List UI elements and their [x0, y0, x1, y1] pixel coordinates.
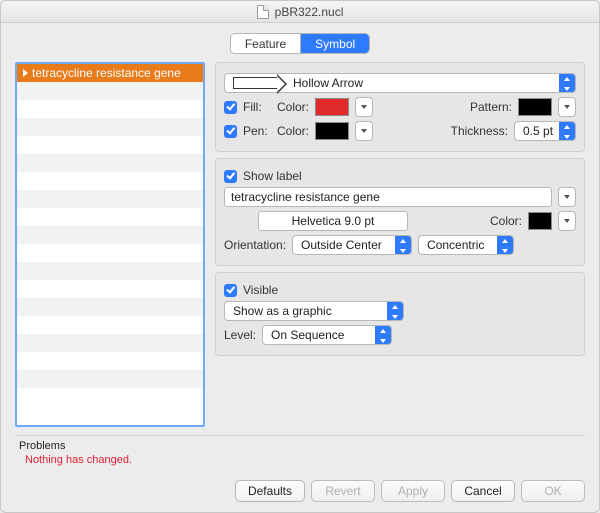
updown-icon [378, 329, 388, 343]
dialog-body: Feature Symbol tetracycline resistance g… [1, 23, 599, 472]
window-title: pBR322.nucl [275, 5, 344, 19]
list-item[interactable] [17, 100, 203, 118]
label-color-dropdown[interactable] [558, 211, 576, 231]
label-text-input[interactable]: tetracycline resistance gene [224, 187, 552, 207]
updown-icon [562, 77, 572, 91]
document-icon [257, 5, 269, 19]
hollow-arrow-icon [233, 77, 279, 89]
label-group: Show label tetracycline resistance gene … [215, 158, 585, 266]
orientation-value: Outside Center [301, 238, 382, 252]
dialog-window: pBR322.nucl Feature Symbol tetracycline … [0, 0, 600, 513]
list-item[interactable] [17, 154, 203, 172]
visible-checkbox[interactable] [224, 284, 237, 297]
pattern-dropdown[interactable] [558, 97, 576, 117]
tab-segmented-control: Feature Symbol [230, 33, 370, 54]
curve-popup[interactable]: Concentric [418, 235, 514, 255]
show-label-text: Show label [243, 169, 302, 183]
revert-button[interactable]: Revert [311, 480, 375, 502]
visibility-group: Visible Show as a graphic Level: On Sequ… [215, 272, 585, 356]
pen-color-label: Color: [277, 124, 309, 138]
pen-checkbox[interactable] [224, 125, 237, 138]
label-color-swatch[interactable] [528, 212, 552, 230]
level-label: Level: [224, 328, 256, 342]
curve-value: Concentric [427, 238, 484, 252]
label-text-dropdown[interactable] [558, 187, 576, 207]
list-item[interactable] [17, 316, 203, 334]
level-value: On Sequence [271, 328, 344, 342]
problems-header: Problems [19, 440, 583, 452]
list-item[interactable] [17, 352, 203, 370]
visible-label: Visible [243, 283, 278, 297]
show-label-checkbox[interactable] [224, 170, 237, 183]
list-item[interactable] [17, 136, 203, 154]
ok-button[interactable]: OK [521, 480, 585, 502]
orientation-label: Orientation: [224, 238, 286, 252]
fill-checkbox[interactable] [224, 101, 237, 114]
shape-name: Hollow Arrow [293, 76, 363, 90]
titlebar: pBR322.nucl [1, 1, 599, 23]
fill-color-dropdown[interactable] [355, 97, 373, 117]
shape-group: Hollow Arrow Fill: Color: Pattern: [215, 62, 585, 152]
tab-feature[interactable]: Feature [231, 34, 301, 53]
feature-list-item[interactable]: tetracycline resistance gene [17, 64, 203, 82]
properties-panel: Hollow Arrow Fill: Color: Pattern: [215, 62, 585, 427]
fill-color-swatch[interactable] [315, 98, 349, 116]
pen-color-dropdown[interactable] [355, 121, 373, 141]
showas-value: Show as a graphic [233, 304, 332, 318]
feature-list-item-label: tetracycline resistance gene [32, 66, 181, 80]
pattern-label: Pattern: [470, 100, 512, 114]
label-text-value: tetracycline resistance gene [231, 190, 380, 204]
problems-message: Nothing has changed. [19, 452, 583, 470]
orientation-popup[interactable]: Outside Center [292, 235, 412, 255]
problems-panel: Problems Nothing has changed. [15, 435, 585, 472]
updown-icon [562, 125, 572, 139]
updown-icon [390, 305, 400, 319]
pen-label: Pen: [243, 124, 271, 138]
list-item[interactable] [17, 118, 203, 136]
list-item[interactable] [17, 370, 203, 388]
pattern-swatch[interactable] [518, 98, 552, 116]
list-item[interactable] [17, 208, 203, 226]
feature-list[interactable]: tetracycline resistance gene [15, 62, 205, 427]
list-item[interactable] [17, 172, 203, 190]
list-item[interactable] [17, 262, 203, 280]
updown-icon [398, 239, 408, 253]
list-item[interactable] [17, 280, 203, 298]
level-popup[interactable]: On Sequence [262, 325, 392, 345]
font-value: Helvetica 9.0 pt [292, 214, 375, 228]
fill-label: Fill: [243, 100, 271, 114]
button-bar: Defaults Revert Apply Cancel OK [1, 472, 599, 512]
fill-color-label: Color: [277, 100, 309, 114]
list-item[interactable] [17, 298, 203, 316]
thickness-value: 0.5 pt [523, 124, 553, 138]
expand-icon [23, 69, 28, 77]
showas-popup[interactable]: Show as a graphic [224, 301, 404, 321]
apply-button[interactable]: Apply [381, 480, 445, 502]
label-color-label: Color: [490, 214, 522, 228]
main-area: tetracycline resistance gene [15, 62, 585, 427]
shape-popup[interactable]: Hollow Arrow [224, 73, 576, 93]
list-item[interactable] [17, 190, 203, 208]
pen-color-swatch[interactable] [315, 122, 349, 140]
list-item[interactable] [17, 82, 203, 100]
cancel-button[interactable]: Cancel [451, 480, 515, 502]
updown-icon [500, 239, 510, 253]
thickness-label: Thickness: [451, 124, 508, 138]
defaults-button[interactable]: Defaults [235, 480, 305, 502]
tab-symbol[interactable]: Symbol [301, 34, 369, 53]
list-item[interactable] [17, 334, 203, 352]
thickness-popup[interactable]: 0.5 pt [514, 121, 576, 141]
list-item[interactable] [17, 226, 203, 244]
list-item[interactable] [17, 388, 203, 406]
font-button[interactable]: Helvetica 9.0 pt [258, 211, 408, 231]
list-item[interactable] [17, 244, 203, 262]
